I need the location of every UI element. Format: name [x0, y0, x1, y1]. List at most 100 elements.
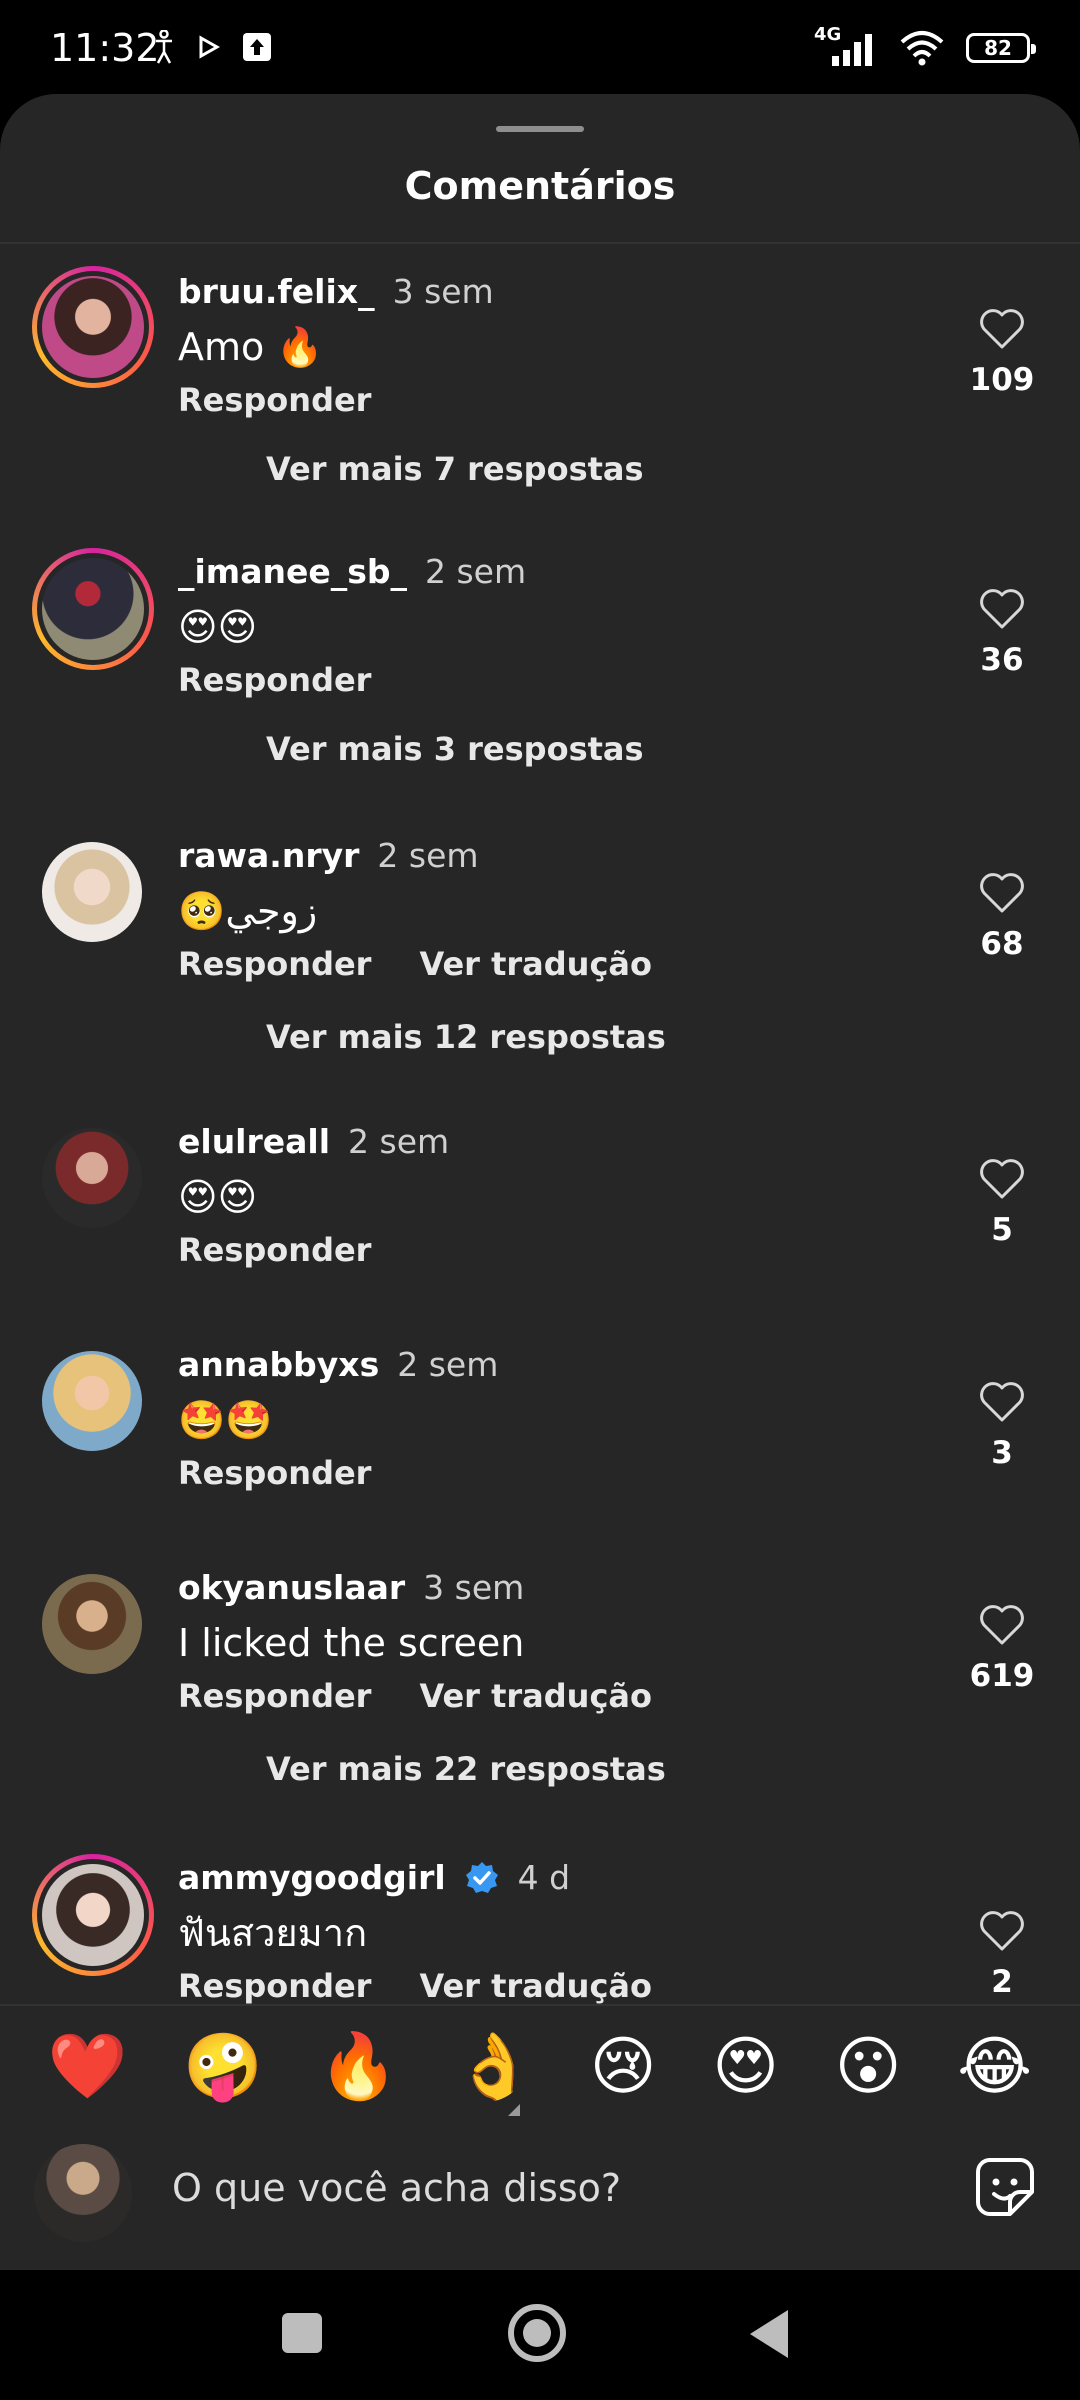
like-count: 2	[991, 1964, 1013, 2000]
reaction-crying-face[interactable]: 😢	[590, 2035, 657, 2099]
view-replies-button[interactable]: Ver mais 12 respostas	[266, 1018, 666, 1056]
like-count: 109	[969, 362, 1035, 398]
comment-composer: O que você acha disso?	[0, 2128, 1080, 2270]
comment-time: 2 sem	[348, 1122, 450, 1161]
recents-button[interactable]	[282, 2313, 322, 2353]
sticker-icon[interactable]	[974, 2156, 1036, 2218]
comment-item: rawa.nryr 2 sem 🥺زوجي Responder Ver traduç…	[0, 832, 1080, 1092]
translate-button[interactable]: Ver tradução	[419, 1967, 652, 2005]
wifi-icon	[900, 31, 944, 66]
play-icon	[199, 35, 220, 59]
like-button[interactable]: 5	[960, 1158, 1044, 1248]
heart-outline-icon	[980, 309, 1024, 349]
translate-button[interactable]: Ver tradução	[419, 945, 652, 983]
reaction-ok-hand[interactable]: 👌	[454, 2035, 534, 2099]
comment-item: annabbyxs 2 sem 🤩🤩 Responder 3	[0, 1341, 1080, 1541]
reply-button[interactable]: Responder	[178, 1677, 371, 1715]
avatar[interactable]	[42, 1351, 142, 1451]
comment-username[interactable]: elulreall	[178, 1122, 330, 1161]
comment-text: I licked the screen	[178, 1621, 525, 1665]
reaction-joy[interactable]: 😂	[957, 2035, 1032, 2099]
comment-item: elulreall 2 sem 😍😍 Responder 5	[0, 1118, 1080, 1318]
system-nav-bar	[0, 2270, 1080, 2400]
heart-outline-icon	[980, 589, 1024, 629]
view-replies-button[interactable]: Ver mais 3 respostas	[266, 730, 644, 768]
like-count: 5	[991, 1212, 1013, 1248]
heart-outline-icon	[980, 1159, 1024, 1199]
view-replies-button[interactable]: Ver mais 7 respostas	[266, 450, 644, 488]
accessibility-icon	[156, 30, 172, 64]
avatar[interactable]	[42, 842, 142, 942]
avatar[interactable]	[32, 1854, 154, 1976]
reaction-zany-face[interactable]: 🤪	[183, 2035, 263, 2099]
avatar[interactable]	[42, 1128, 142, 1228]
comment-item: bruu.felix_ 3 sem Amo 🔥 Responder Ver mai…	[0, 266, 1080, 526]
status-bar: 11:32 4G 82	[0, 0, 1080, 100]
translate-button[interactable]: Ver tradução	[419, 1677, 652, 1715]
like-button[interactable]: 68	[960, 872, 1044, 962]
avatar	[34, 2144, 132, 2242]
verified-badge-icon	[465, 1861, 498, 1893]
like-button[interactable]: 109	[960, 308, 1044, 398]
reply-button[interactable]: Responder	[178, 945, 371, 983]
like-button[interactable]: 3	[960, 1381, 1044, 1471]
heart-outline-icon	[980, 1382, 1024, 1422]
comment-text: 😍😍	[178, 1175, 258, 1219]
heart-outline-icon	[980, 1911, 1024, 1951]
heart-outline-icon	[980, 873, 1024, 913]
comment-time: 2 sem	[377, 836, 479, 875]
sheet-title: Comentários	[404, 164, 676, 208]
cell-signal-icon: 4G	[814, 24, 878, 68]
comment-username[interactable]: okyanuslaar	[178, 1568, 405, 1607]
reaction-surprised-face[interactable]: 😮	[835, 2035, 902, 2099]
comment-username[interactable]: ammygoodgirl	[178, 1858, 446, 1897]
reply-button[interactable]: Responder	[178, 1231, 371, 1269]
comment-text: Amo 🔥	[178, 325, 324, 369]
comment-time: 2 sem	[425, 552, 527, 591]
comment-text: 😍😍	[178, 605, 258, 649]
quick-reactions-bar: ❤️ 🤪 🔥 👌 😢 😍 😮 😂	[0, 2004, 1080, 2128]
like-button[interactable]: 2	[960, 1910, 1044, 2000]
comment-input[interactable]: O que você acha disso?	[172, 2166, 621, 2210]
heart-outline-icon	[980, 1605, 1024, 1645]
like-button[interactable]: 619	[960, 1604, 1044, 1694]
home-button[interactable]	[508, 2304, 566, 2362]
avatar[interactable]	[32, 548, 154, 670]
upload-icon	[243, 33, 271, 61]
reaction-heart[interactable]: ❤️	[48, 2035, 128, 2099]
comment-text: 🤩🤩	[178, 1398, 273, 1442]
skin-tone-indicator	[508, 2104, 520, 2116]
reply-button[interactable]: Responder	[178, 381, 371, 419]
reply-button[interactable]: Responder	[178, 1967, 371, 2005]
comment-time: 3 sem	[423, 1568, 525, 1607]
like-count: 68	[980, 926, 1024, 962]
reply-button[interactable]: Responder	[178, 1454, 371, 1492]
back-button[interactable]	[750, 2310, 788, 2358]
comment-username[interactable]: bruu.felix_	[178, 272, 375, 311]
comment-username[interactable]: rawa.nryr	[178, 836, 359, 875]
status-time: 11:32	[50, 26, 160, 70]
drag-handle[interactable]	[496, 126, 584, 132]
battery-icon: 82	[966, 33, 1036, 63]
like-count: 36	[980, 642, 1024, 678]
comment-time: 2 sem	[397, 1345, 499, 1384]
comment-username[interactable]: _imanee_sb_	[178, 552, 407, 591]
comment-text: ฟันสวยมาก	[178, 1911, 368, 1955]
comment-time: 4 d	[517, 1858, 571, 1897]
comments-list[interactable]: bruu.felix_ 3 sem Amo 🔥 Responder Ver mai…	[0, 244, 1080, 2096]
like-count: 619	[969, 1658, 1035, 1694]
reply-button[interactable]: Responder	[178, 661, 371, 699]
comments-sheet: Comentários bruu.felix_ 3 sem Amo 🔥 Respo…	[0, 94, 1080, 2270]
comment-item: _imanee_sb_ 2 sem 😍😍 Responder Ver mais 3…	[0, 548, 1080, 808]
comment-username[interactable]: annabbyxs	[178, 1345, 379, 1384]
avatar[interactable]	[32, 266, 154, 388]
view-replies-button[interactable]: Ver mais 22 respostas	[266, 1750, 666, 1788]
avatar[interactable]	[42, 1574, 142, 1674]
like-button[interactable]: 36	[960, 588, 1044, 678]
comment-item: okyanuslaar 3 sem I licked the screen Res…	[0, 1564, 1080, 1824]
like-count: 3	[991, 1435, 1013, 1471]
comment-time: 3 sem	[392, 272, 494, 311]
reaction-fire[interactable]: 🔥	[319, 2035, 399, 2099]
reaction-heart-eyes[interactable]: 😍	[712, 2035, 779, 2099]
comment-text: 🥺زوجي	[178, 889, 318, 933]
